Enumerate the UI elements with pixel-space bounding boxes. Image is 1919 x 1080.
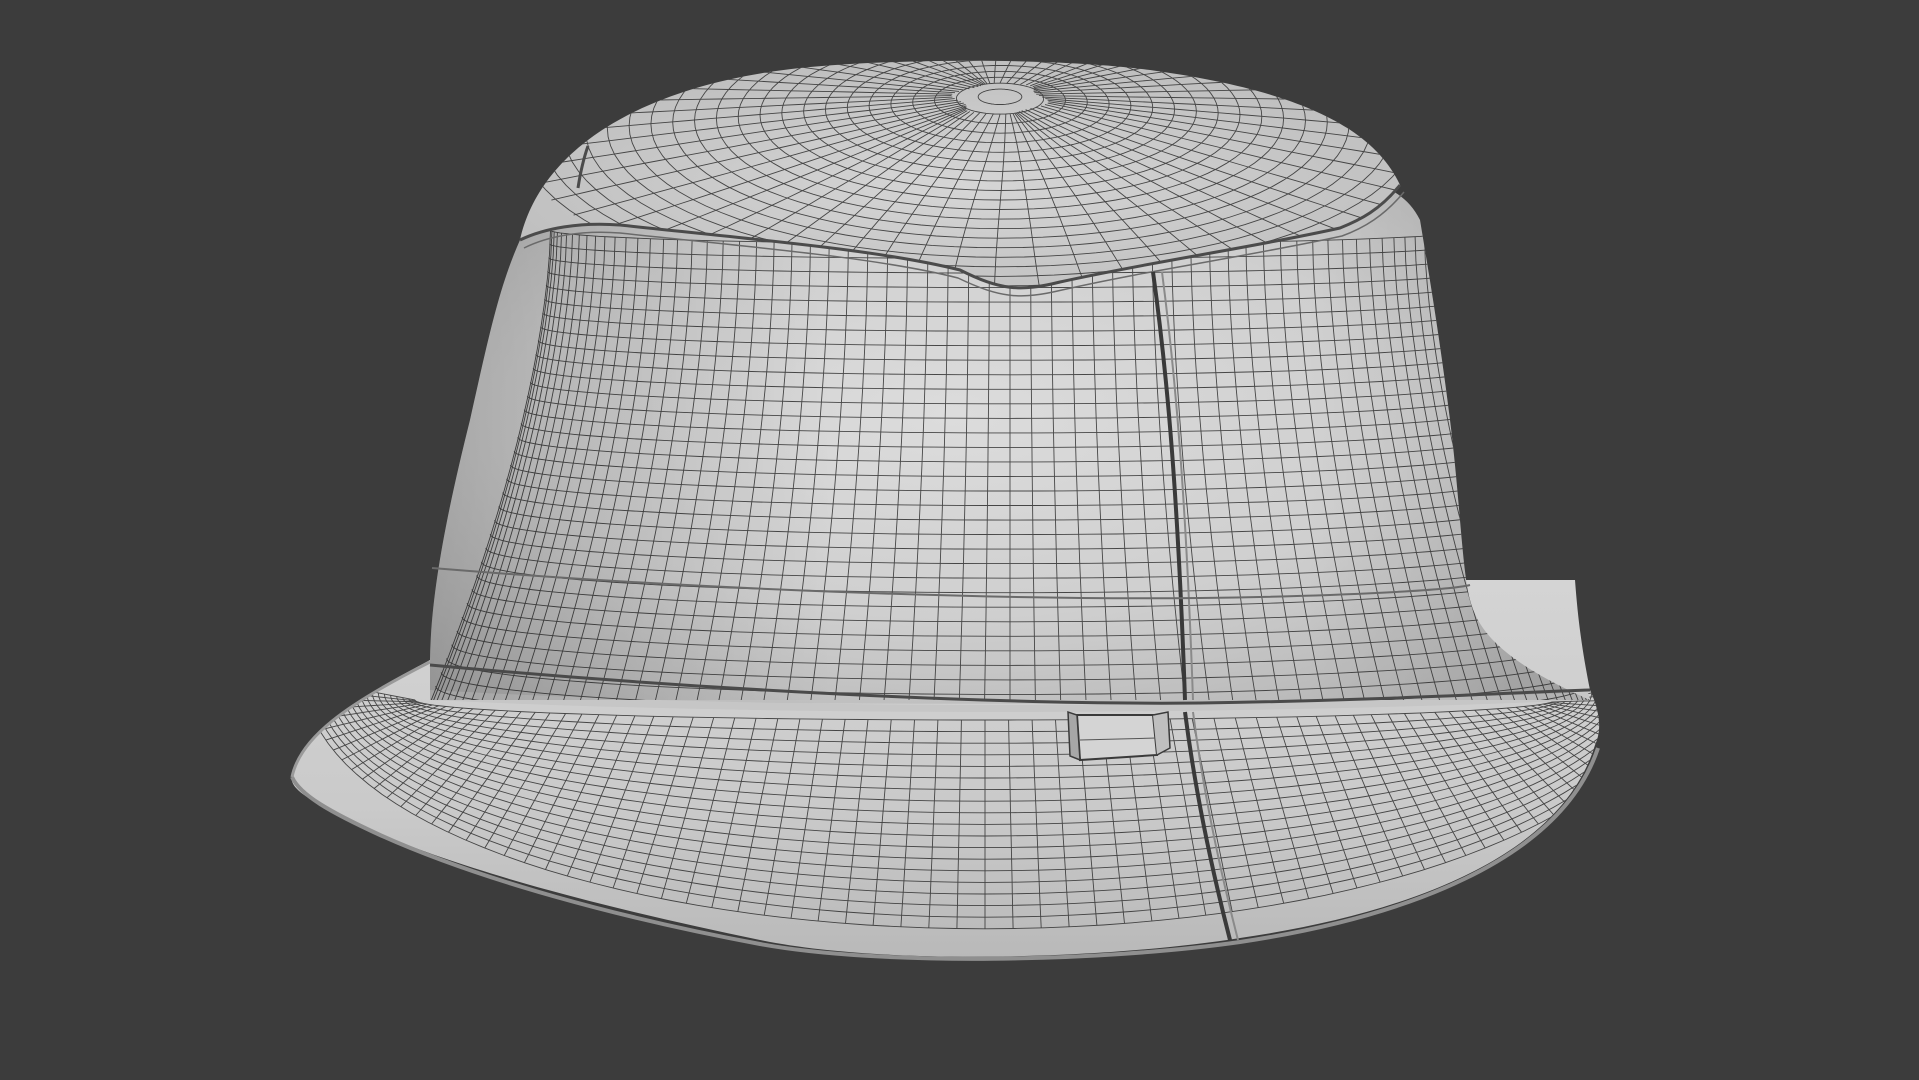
bucket-hat-render [290, 60, 1600, 961]
hat-label-tab [1067, 710, 1171, 762]
3d-viewport[interactable] [0, 0, 1919, 1080]
